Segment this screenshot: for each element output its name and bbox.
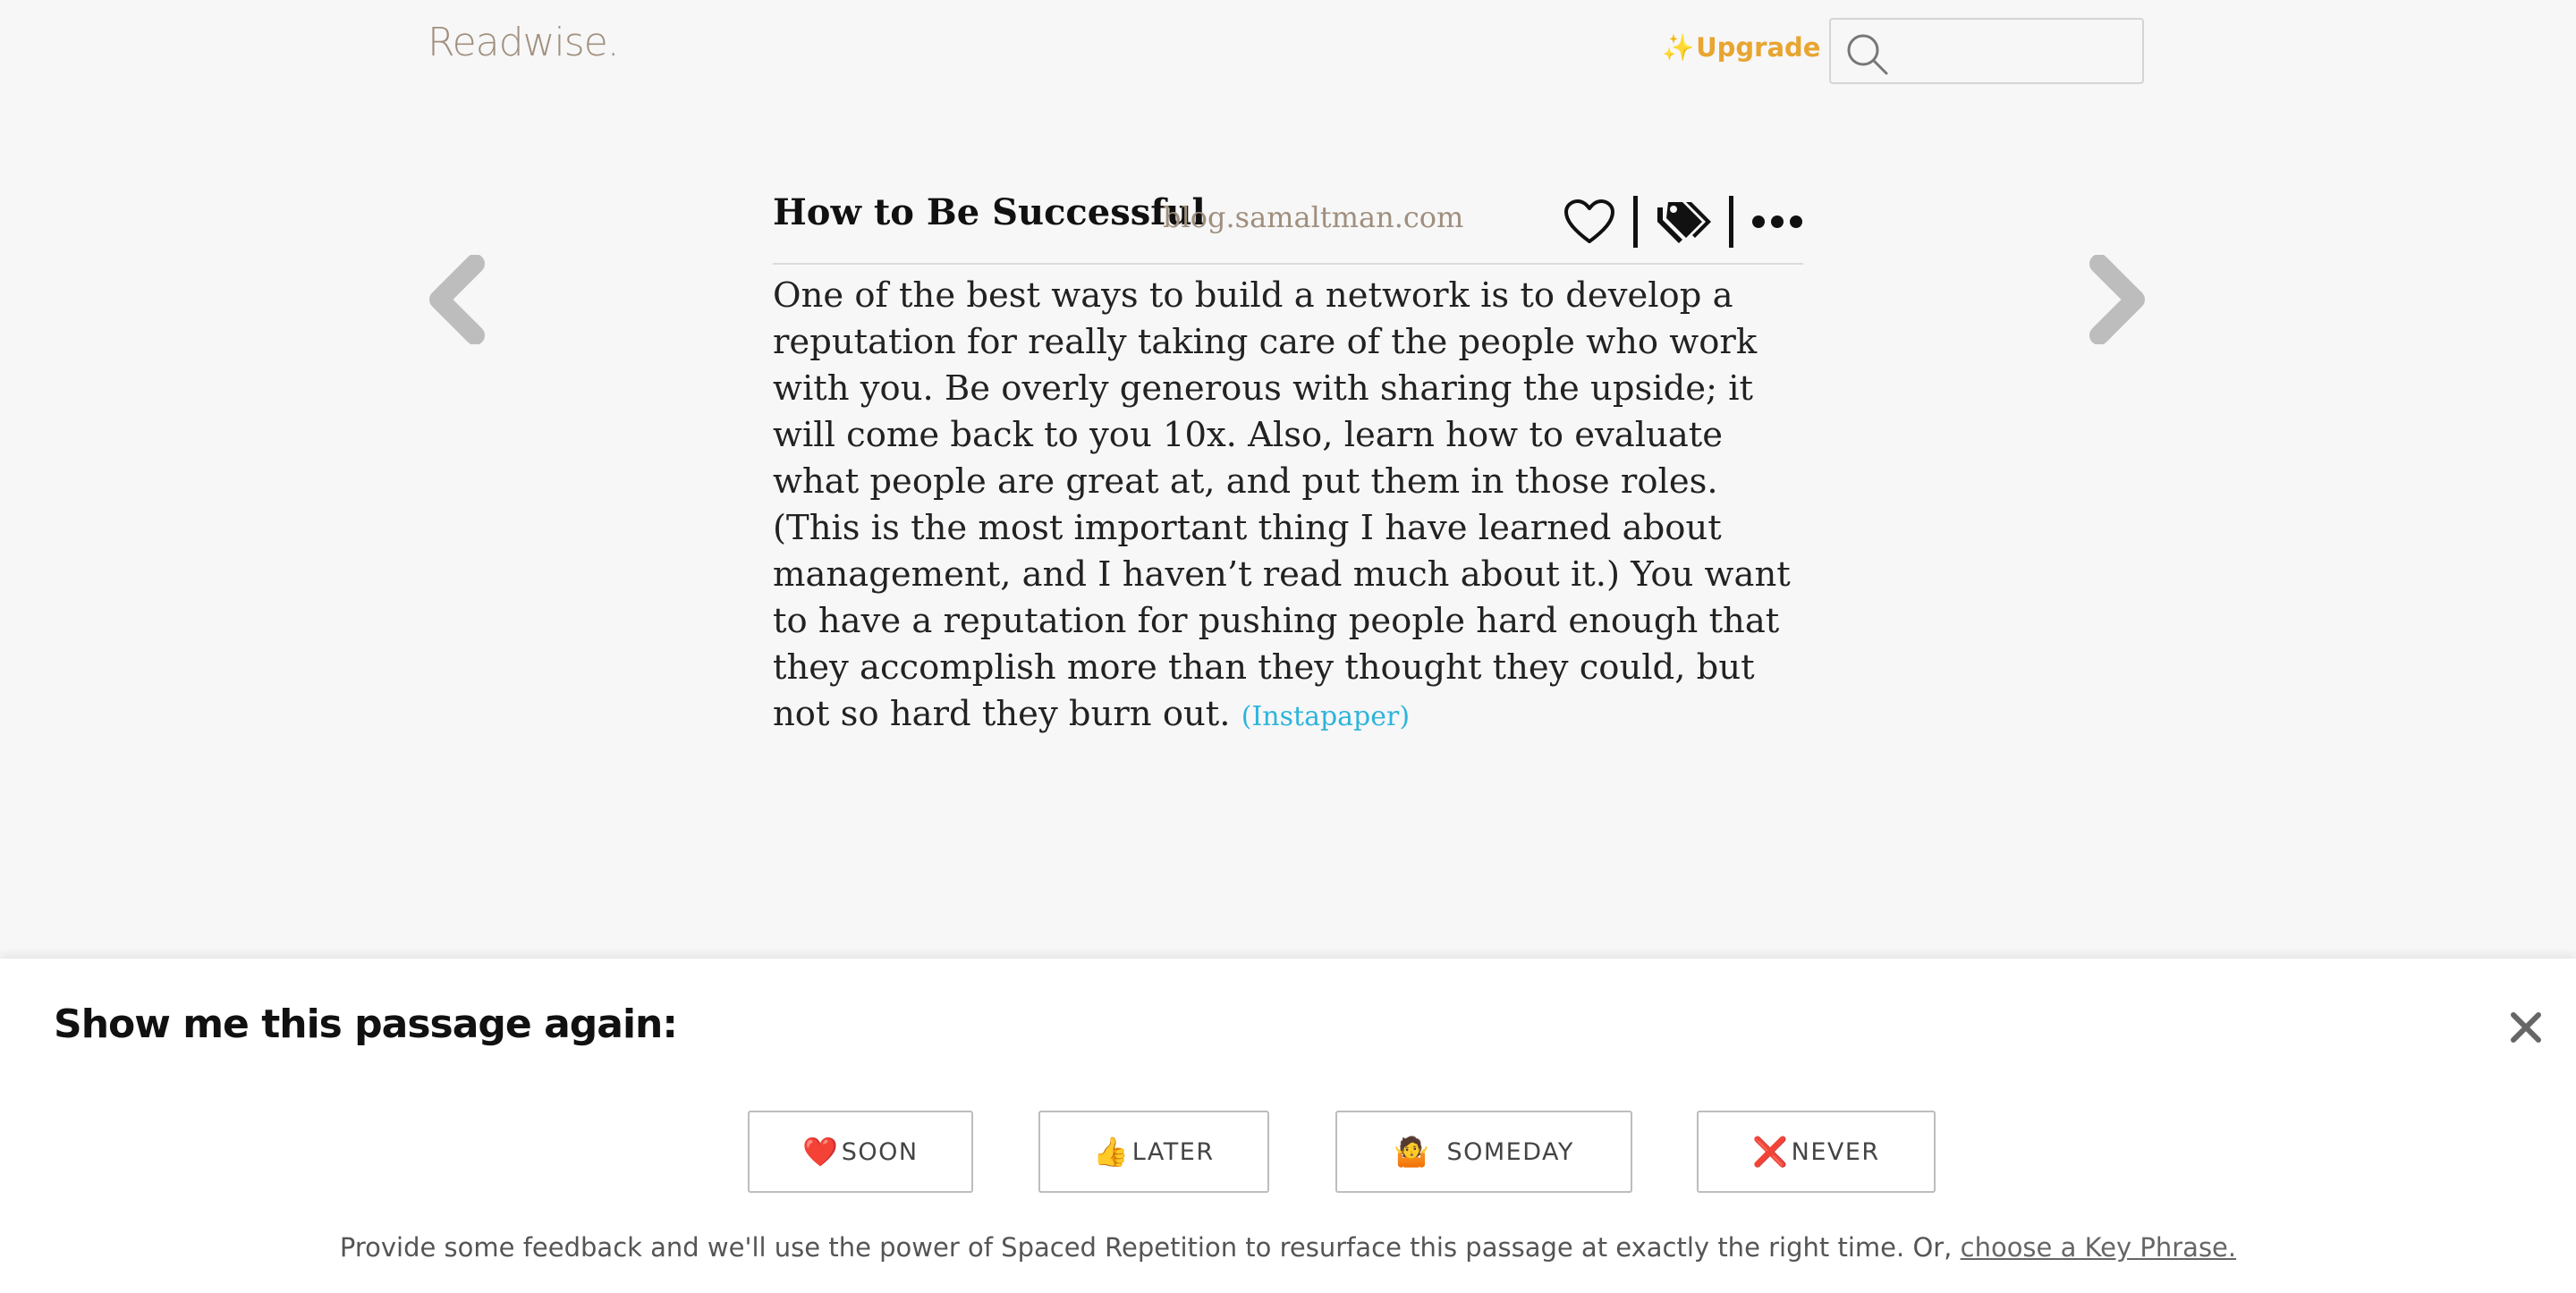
soon-label: SOON (841, 1137, 919, 1166)
favorite-heart-icon[interactable] (1563, 199, 1615, 245)
tags-icon[interactable] (1656, 199, 1711, 245)
highlight-actions (1563, 195, 1803, 249)
search-icon (1847, 34, 1888, 75)
book-title: How to Be Successful (773, 191, 1206, 233)
divider (1729, 196, 1733, 248)
cross-mark-icon: ❌ (1752, 1135, 1790, 1169)
feedback-title: Show me this passage again: (54, 1001, 678, 1047)
divider (1633, 196, 1638, 248)
sparkles-icon: ✨ (1662, 32, 1695, 63)
feedback-panel: Show me this passage again: ❤️ SOON 👍 LATE… (0, 959, 2576, 1293)
later-label: LATER (1131, 1137, 1215, 1166)
soon-button[interactable]: ❤️ SOON (748, 1111, 973, 1193)
highlight-header: How to Be Successful blog.samaltman.com (773, 182, 1803, 265)
more-options-icon[interactable] (1751, 213, 1803, 231)
chevron-left-icon[interactable] (425, 255, 487, 344)
upgrade-link[interactable]: ✨Upgrade (1662, 32, 1820, 63)
later-button[interactable]: 👍 LATER (1038, 1111, 1269, 1193)
feedback-note-text: Provide some feedback and we'll use the … (339, 1232, 1953, 1263)
never-label: NEVER (1791, 1137, 1880, 1166)
upgrade-label: Upgrade (1696, 32, 1821, 63)
readwise-logo[interactable]: Readwise. (428, 20, 620, 65)
highlight-passage: One of the best ways to build a network … (773, 273, 1810, 740)
search-box[interactable] (1829, 18, 2144, 84)
book-source[interactable]: blog.samaltman.com (1163, 200, 1463, 234)
thumbs-up-icon: 👍 (1093, 1135, 1131, 1169)
shrug-icon: 🤷 (1394, 1135, 1431, 1169)
heart-icon: ❤️ (802, 1135, 840, 1169)
someday-button[interactable]: 🤷 SOMEDAY (1335, 1111, 1632, 1193)
instapaper-link[interactable]: (Instapaper) (1241, 701, 1410, 732)
chevron-right-icon[interactable] (2087, 255, 2149, 344)
key-phrase-link[interactable]: choose a Key Phrase. (1961, 1232, 2237, 1263)
someday-label: SOMEDAY (1446, 1137, 1574, 1166)
readwise-review-page: Readwise. ✨Upgrade How to Be Successful … (0, 0, 2576, 1293)
never-button[interactable]: ❌ NEVER (1697, 1111, 1936, 1193)
close-icon[interactable] (2509, 1010, 2543, 1044)
search-input[interactable] (1899, 27, 2135, 77)
feedback-note: Provide some feedback and we'll use the … (0, 1232, 2576, 1263)
highlight-text: One of the best ways to build a network … (773, 275, 1791, 734)
